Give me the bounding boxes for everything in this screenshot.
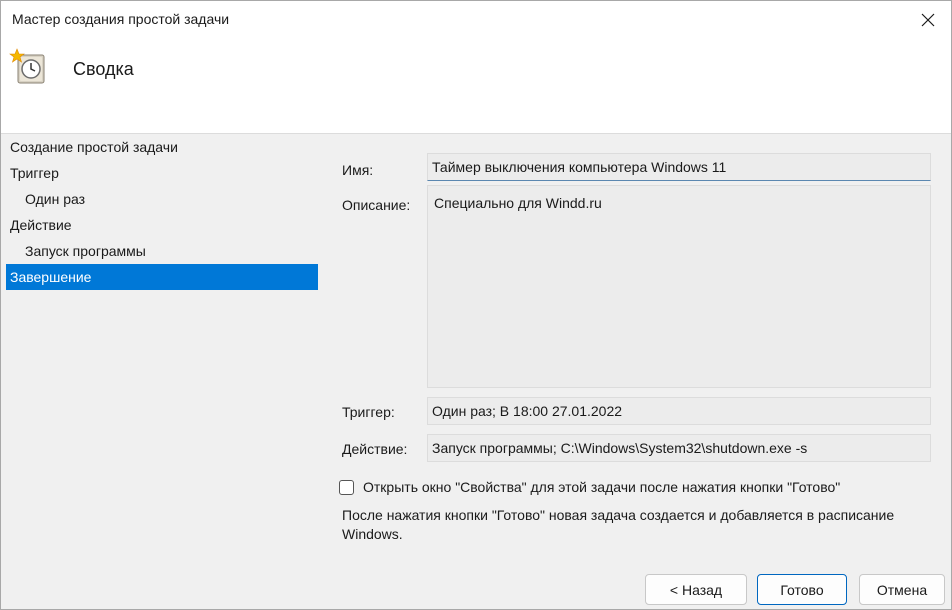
finish-note: После нажатия кнопки "Готово" новая зада… [342,507,895,542]
action-field: Запуск программы; C:\Windows\System32\sh… [427,434,931,462]
page-title: Сводка [73,59,134,79]
back-button[interactable]: < Назад [645,574,747,605]
open-properties-checkbox[interactable] [339,480,354,495]
nav-item-action[interactable]: Действие [6,212,318,238]
cancel-button[interactable]: Отмена [859,574,945,605]
nav-item-trigger[interactable]: Триггер [6,160,318,186]
nav-item-once[interactable]: Один раз [6,186,318,212]
close-icon [921,13,935,27]
scheduled-task-clock-icon [9,48,45,84]
nav-item-create-task[interactable]: Создание простой задачи [6,134,318,160]
name-label: Имя: [342,162,374,178]
open-properties-label[interactable]: Открыть окно "Свойства" для этой задачи … [363,479,840,495]
wizard-header: Сводка [1,39,951,133]
name-field[interactable]: Таймер выключения компьютера Windows 11 [427,153,931,181]
nav-item-finish[interactable]: Завершение [6,264,318,290]
wizard-steps-nav: Создание простой задачи Триггер Один раз… [6,134,318,290]
title-bar: Мастер создания простой задачи [1,1,951,39]
action-label: Действие: [342,441,408,457]
task-wizard-window: Мастер создания простой задачи Сводка Со… [0,0,952,610]
window-title: Мастер создания простой задачи [12,11,230,27]
finish-button[interactable]: Готово [757,574,847,605]
trigger-label: Триггер: [342,404,395,420]
trigger-field: Один раз; В 18:00 27.01.2022 [427,397,931,425]
close-button[interactable] [905,1,951,39]
description-label: Описание: [342,197,411,213]
nav-item-start-program[interactable]: Запуск программы [6,238,318,264]
description-field[interactable]: Специально для Windd.ru [427,185,931,388]
